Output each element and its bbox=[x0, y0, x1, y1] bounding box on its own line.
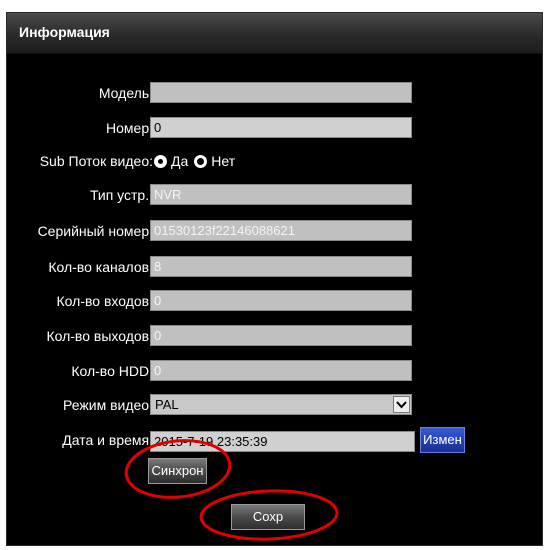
sync-annotation-ellipse bbox=[124, 439, 232, 499]
annotation-overlay bbox=[124, 439, 339, 541]
save-annotation-ellipse bbox=[199, 489, 339, 541]
